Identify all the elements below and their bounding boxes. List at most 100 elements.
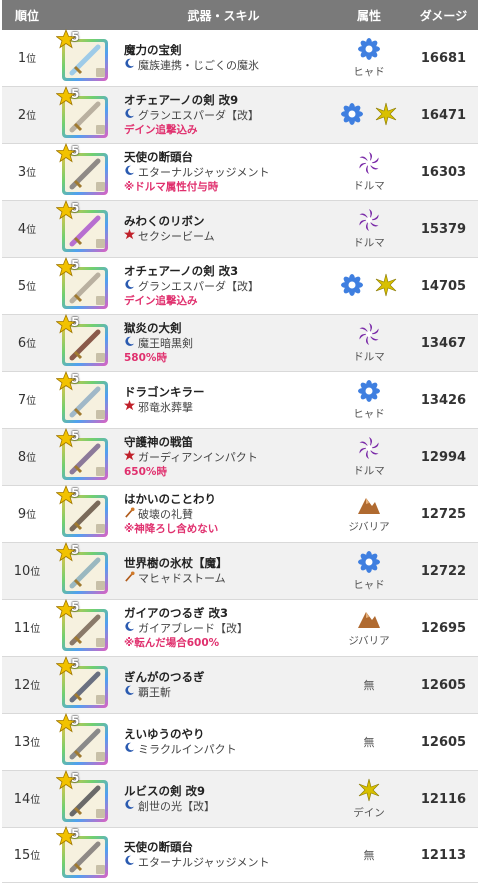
damage-value: 14705	[420, 278, 467, 294]
weapon-skill-cell: ドラゴンキラー 邪竜氷葬撃	[118, 385, 329, 415]
star-rank-label: 5	[71, 486, 80, 500]
table-row: 12位 5 ぎんがのつるぎ 覇王斬 無 12605	[2, 656, 478, 714]
weapon-icon[interactable]: 5	[56, 143, 112, 197]
weapon-icon[interactable]: 5	[56, 29, 112, 83]
skill-line: マヒャドストーム	[124, 571, 329, 586]
weapon-icon[interactable]: 5	[56, 713, 112, 767]
doruma-attribute-icon	[357, 208, 381, 235]
weapon-skill-cell: ガイアのつるぎ 改3 ガイアブレード【改】 ※転んだ場合600%	[118, 606, 329, 651]
weapon-name[interactable]: 魔力の宝剣	[124, 43, 329, 58]
weapon-icon[interactable]: 5	[56, 200, 112, 254]
weapon-icon[interactable]: 5	[56, 599, 112, 653]
crescent-skill-icon	[124, 58, 138, 73]
weapon-name[interactable]: 天使の断頭台	[124, 150, 329, 165]
skill-line: グランエスパーダ【改】	[124, 108, 329, 123]
damage-value: 16681	[420, 50, 467, 66]
table-row: 10位 5 世界樹の氷杖【魔】 マヒャドストーム ヒャド 12722	[2, 542, 478, 600]
skill-note: 650%時	[124, 465, 167, 478]
damage-value: 12695	[420, 620, 467, 636]
damage-value: 12994	[420, 449, 467, 465]
skill-line: ガーディアンインパクト	[124, 449, 329, 465]
attribute-label: ドルマ	[353, 237, 385, 249]
damage-value: 12605	[420, 677, 467, 693]
star-rank-label: 5	[71, 771, 80, 785]
weapon-skill-cell: 守護神の戦笛 ガーディアンインパクト 650%時	[118, 435, 329, 480]
weapon-name[interactable]: ルビスの剣 改9	[124, 784, 329, 799]
weapon-name[interactable]: 天使の断頭台	[124, 840, 329, 855]
skill-line: グランエスパーダ【改】	[124, 279, 329, 294]
weapon-name[interactable]: みわくのリボン	[124, 214, 329, 229]
weapon-icon[interactable]: 5	[56, 826, 112, 880]
attribute-label: ドルマ	[353, 180, 385, 192]
weapon-name[interactable]: はかいのことわり	[124, 492, 329, 507]
weapon-icon[interactable]: 5	[56, 656, 112, 710]
weapon-icon[interactable]: 5	[56, 770, 112, 824]
header-weapon-skill: 武器・スキル	[187, 8, 260, 23]
rank-cell: 15位	[2, 847, 52, 863]
rank-suffix: 位	[30, 738, 41, 749]
skill-line: ガイアブレード【改】	[124, 621, 329, 636]
rank-cell: 11位	[2, 620, 52, 636]
rank-cell: 8位	[2, 449, 52, 465]
header-damage: ダメージ	[419, 8, 468, 23]
header-rank: 順位	[14, 8, 39, 23]
weapon-name[interactable]: 獄炎の大剣	[124, 321, 329, 336]
damage-value: 13467	[420, 335, 467, 351]
star-rank-label: 5	[71, 201, 80, 215]
attribute-cell: ジバリア	[329, 494, 409, 534]
rank-cell: 4位	[2, 221, 52, 237]
skill-note: デイン追撃込み	[124, 123, 198, 136]
skill-name: 創世の光【改】	[138, 800, 215, 813]
weapon-icon[interactable]: 5	[56, 314, 112, 368]
attr-none-label: 無	[363, 736, 375, 749]
rank-cell: 14位	[2, 791, 52, 807]
rank-suffix: 位	[26, 339, 37, 350]
weapon-name[interactable]: 世界樹の氷杖【魔】	[124, 556, 329, 571]
skill-name: ミラクルインパクト	[138, 743, 237, 756]
doruma-attribute-icon	[357, 151, 381, 178]
weapon-name[interactable]: ぎんがのつるぎ	[124, 670, 329, 685]
rank-number: 10	[13, 564, 31, 579]
attribute-cell: デイン	[329, 778, 409, 820]
weapon-icon[interactable]: 5	[56, 485, 112, 539]
attribute-label: ヒャド	[353, 66, 385, 78]
attribute-label: ヒャド	[353, 579, 385, 591]
weapon-skill-cell: 天使の断頭台 エターナルジャッジメント ※ドルマ属性付与時	[118, 150, 329, 195]
attribute-cell: ヒャド	[329, 37, 409, 79]
weapon-icon[interactable]: 5	[56, 428, 112, 482]
table-row: 8位 5 守護神の戦笛 ガーディアンインパクト 650%時 ドルマ 12994	[2, 428, 478, 486]
weapon-icon[interactable]: 5	[56, 257, 112, 311]
skill-line: エターナルジャッジメント	[124, 855, 329, 870]
jibaria-attribute-icon	[356, 494, 382, 519]
weapon-name[interactable]: 守護神の戦笛	[124, 435, 329, 450]
weapon-name[interactable]: オチェアーノの剣 改3	[124, 264, 329, 279]
weapon-icon[interactable]: 5	[56, 86, 112, 140]
hyado-attribute-icon	[357, 550, 381, 577]
skill-line: 魔族連携・じごくの魔氷	[124, 58, 329, 73]
damage-value: 16303	[420, 164, 467, 180]
skill-name: 覇王斬	[138, 686, 171, 699]
damage-value: 12605	[420, 734, 467, 750]
weapon-icon[interactable]: 5	[56, 371, 112, 425]
weapon-name[interactable]: ガイアのつるぎ 改3	[124, 606, 329, 621]
weapon-skill-cell: 魔力の宝剣 魔族連携・じごくの魔氷	[118, 43, 329, 73]
weapon-name[interactable]: えいゆうのやり	[124, 727, 329, 742]
skill-name: 魔族連携・じごくの魔氷	[138, 59, 259, 72]
skill-line: 魔王暗黒剣	[124, 336, 329, 351]
burst-skill-icon	[124, 400, 138, 415]
weapon-name[interactable]: オチェアーノの剣 改9	[124, 93, 329, 108]
table-row: 1位 5 魔力の宝剣 魔族連携・じごくの魔氷 ヒャド 16681	[2, 29, 478, 87]
weapon-icon[interactable]: 5	[56, 542, 112, 596]
table-row: 11位 5 ガイアのつるぎ 改3 ガイアブレード【改】 ※転んだ場合600% ジ…	[2, 599, 478, 657]
rank-suffix: 位	[30, 795, 41, 806]
skill-note: 580%時	[124, 351, 167, 364]
rank-number: 6	[17, 336, 27, 351]
burst-skill-icon	[124, 229, 138, 244]
skill-name: グランエスパーダ【改】	[138, 279, 259, 293]
weapon-name[interactable]: ドラゴンキラー	[124, 385, 329, 400]
dein-attribute-icon	[357, 778, 381, 805]
table-row: 3位 5 天使の断頭台 エターナルジャッジメント ※ドルマ属性付与時 ドルマ 1…	[2, 143, 478, 201]
weapon-skill-cell: えいゆうのやり ミラクルインパクト	[118, 727, 329, 757]
crescent-skill-icon	[124, 685, 138, 700]
skill-line: セクシービーム	[124, 229, 329, 244]
